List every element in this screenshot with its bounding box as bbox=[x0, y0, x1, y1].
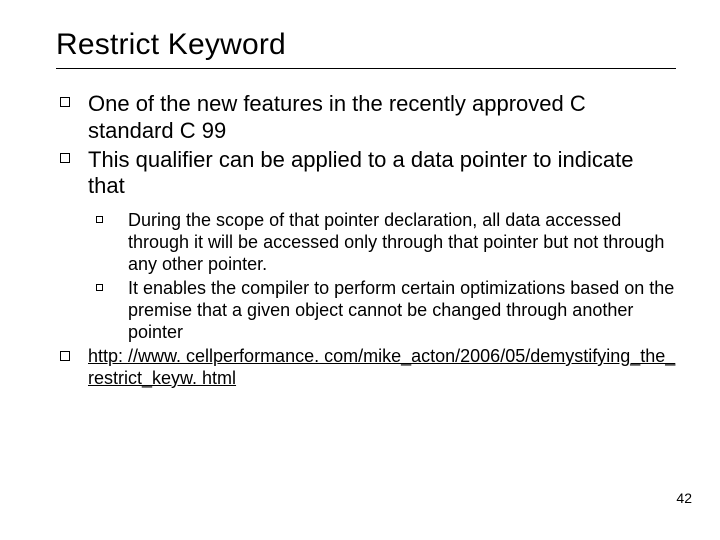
bullet-item: One of the new features in the recently … bbox=[56, 91, 676, 145]
bullet-item: This qualifier can be applied to a data … bbox=[56, 147, 676, 201]
reference-link[interactable]: http: //www. cellperformance. com/mike_a… bbox=[88, 346, 676, 390]
title-divider bbox=[56, 68, 676, 69]
sub-bullet-list: During the scope of that pointer declara… bbox=[56, 210, 676, 344]
sub-bullet-item: During the scope of that pointer declara… bbox=[56, 210, 676, 276]
slide: Restrict Keyword One of the new features… bbox=[0, 0, 720, 540]
sub-bullet-item: It enables the compiler to perform certa… bbox=[56, 278, 676, 344]
link-bullet: http: //www. cellperformance. com/mike_a… bbox=[56, 346, 676, 390]
slide-title: Restrict Keyword bbox=[56, 28, 676, 62]
page-number: 42 bbox=[676, 490, 692, 506]
bullet-list: One of the new features in the recently … bbox=[56, 91, 676, 200]
